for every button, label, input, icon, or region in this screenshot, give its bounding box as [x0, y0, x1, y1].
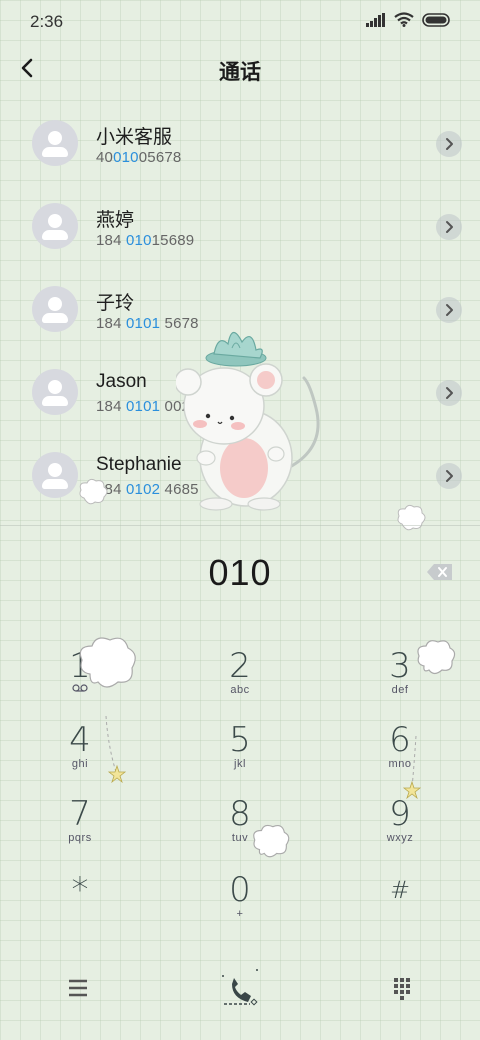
key-letters: ghi	[71, 758, 89, 770]
key-letters: def	[391, 684, 409, 696]
chevron-right-icon	[446, 387, 453, 399]
key-1[interactable]: 1	[20, 646, 140, 720]
key-digit: 2	[229, 646, 251, 686]
contact-detail-button[interactable]	[436, 131, 462, 157]
key-3[interactable]: 3 def	[340, 646, 460, 720]
key-9[interactable]: 9 wxyz	[340, 794, 460, 868]
chevron-right-icon	[446, 221, 453, 233]
status-time: 2:36	[30, 12, 64, 31]
key-letters: +	[236, 908, 244, 920]
key-digit: 9	[389, 794, 411, 834]
avatar-icon	[32, 369, 78, 415]
contact-number: 4001005678	[96, 149, 182, 166]
chevron-right-icon	[446, 304, 453, 316]
backspace-icon	[427, 564, 452, 580]
key-digit: #	[389, 876, 411, 904]
contact-number: 184 0101 5678	[96, 315, 199, 332]
key-letters: tuv	[231, 832, 249, 844]
contact-row[interactable]: 小米客服 4001005678	[0, 102, 480, 185]
key-star[interactable]: *	[20, 870, 140, 944]
key-digit: 4	[69, 720, 91, 760]
bottom-bar	[0, 958, 480, 1040]
key-digit: 8	[229, 794, 251, 834]
key-letters: wxyz	[386, 832, 414, 844]
key-0[interactable]: 0 +	[180, 870, 300, 944]
menu-icon	[69, 979, 87, 997]
dialpad-toggle-button[interactable]	[372, 958, 432, 1018]
divider	[0, 525, 480, 526]
dial-input[interactable]: 010	[0, 552, 480, 594]
call-button[interactable]	[210, 958, 270, 1018]
avatar-icon	[32, 452, 78, 498]
key-digit: 7	[69, 794, 91, 834]
avatar-icon	[32, 286, 78, 332]
chevron-right-icon	[446, 138, 453, 150]
backspace-button[interactable]	[426, 562, 454, 582]
contact-row[interactable]: Jason 184 0101 0029	[0, 351, 480, 434]
key-6[interactable]: 6 mno	[340, 720, 460, 794]
contact-name: Stephanie	[96, 454, 182, 475]
status-icons	[366, 12, 452, 27]
contact-number: 184 01015689	[96, 232, 195, 249]
header: 通话	[0, 40, 480, 100]
avatar-icon	[32, 120, 78, 166]
contact-row[interactable]: Stephanie 184 0102 4685	[0, 434, 480, 517]
contact-row[interactable]: 子玲 184 0101 5678	[0, 268, 480, 351]
dialpad-icon	[394, 978, 410, 1000]
contact-row[interactable]: 燕婷 184 01015689	[0, 185, 480, 268]
contact-detail-button[interactable]	[436, 463, 462, 489]
contact-name: Jason	[96, 371, 147, 392]
key-letters: mno	[388, 758, 412, 770]
key-digit: *	[71, 870, 89, 910]
menu-button[interactable]	[48, 958, 108, 1018]
key-digit: 1	[69, 646, 91, 686]
page-title: 通话	[219, 61, 261, 84]
key-2[interactable]: 2 abc	[180, 646, 300, 720]
key-digit: 6	[389, 720, 411, 760]
key-digit: 0	[229, 870, 251, 910]
key-letters: pqrs	[68, 832, 92, 844]
contact-detail-button[interactable]	[436, 297, 462, 323]
contact-number: 184 0102 4685	[96, 481, 199, 498]
wifi-icon	[394, 12, 414, 27]
key-letters: jkl	[234, 758, 246, 770]
key-5[interactable]: 5 jkl	[180, 720, 300, 794]
key-hash[interactable]: #	[340, 870, 460, 944]
contact-detail-button[interactable]	[436, 214, 462, 240]
key-7[interactable]: 7 pqrs	[20, 794, 140, 868]
contact-detail-button[interactable]	[436, 380, 462, 406]
key-4[interactable]: 4 ghi	[20, 720, 140, 794]
contact-name: 燕婷	[96, 210, 135, 231]
key-digit: 3	[389, 646, 411, 686]
contact-name: 子玲	[96, 293, 135, 314]
key-digit: 5	[229, 720, 251, 760]
battery-icon	[422, 12, 450, 27]
key-letters: abc	[230, 684, 250, 696]
key-8[interactable]: 8 tuv	[180, 794, 300, 868]
chevron-right-icon	[446, 470, 453, 482]
contact-name: 小米客服	[96, 127, 173, 148]
phone-icon	[222, 969, 258, 1006]
status-bar: 2:36	[0, 0, 480, 40]
avatar-icon	[32, 203, 78, 249]
contact-number: 184 0101 0029	[96, 398, 199, 415]
signal-icon	[366, 12, 385, 27]
contact-list: 小米客服 4001005678 燕婷 184 01015689 子玲 184 0…	[0, 102, 480, 517]
